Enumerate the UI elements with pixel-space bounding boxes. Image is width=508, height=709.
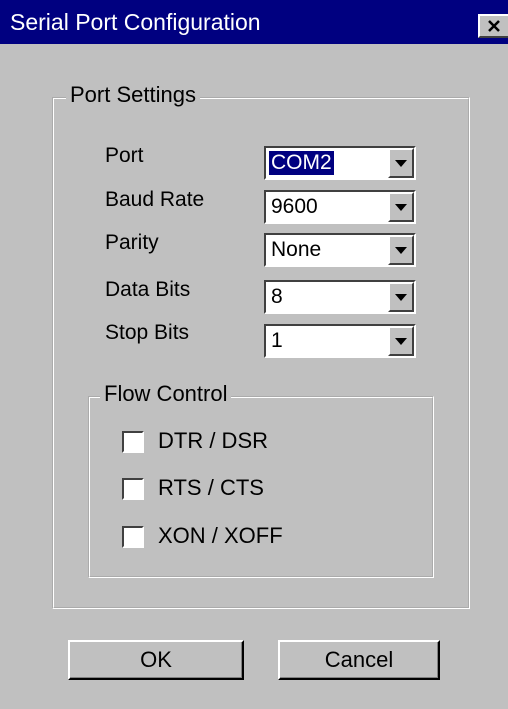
port-select[interactable]: COM2 <box>264 146 416 180</box>
parity-value: None <box>271 238 322 261</box>
chevron-down-icon <box>395 293 407 301</box>
rts-cts-label[interactable]: RTS / CTS <box>158 475 264 501</box>
stop-bits-dropdown-button[interactable] <box>388 326 414 356</box>
chevron-down-icon <box>395 203 407 211</box>
xon-xoff-label[interactable]: XON / XOFF <box>158 523 283 549</box>
chevron-down-icon <box>395 159 407 167</box>
parity-dropdown-button[interactable] <box>388 235 414 265</box>
close-icon <box>488 20 500 32</box>
parity-select[interactable]: None <box>264 233 416 267</box>
parity-label: Parity <box>105 231 159 254</box>
ok-button[interactable]: OK <box>68 640 244 680</box>
flow-control-legend: Flow Control <box>100 381 232 407</box>
close-button[interactable] <box>478 14 508 38</box>
chevron-down-icon <box>395 337 407 345</box>
title-bar[interactable]: Serial Port Configuration <box>0 0 508 44</box>
baud-rate-label: Baud Rate <box>105 188 205 211</box>
rts-cts-checkbox[interactable] <box>122 478 144 500</box>
baud-rate-value: 9600 <box>271 195 318 218</box>
port-value: COM2 <box>269 151 334 175</box>
stop-bits-label: Stop Bits <box>105 321 190 344</box>
dtr-dsr-label[interactable]: DTR / DSR <box>158 428 268 454</box>
port-label: Port <box>105 144 144 167</box>
port-dropdown-button[interactable] <box>388 148 414 178</box>
baud-rate-select[interactable]: 9600 <box>264 190 416 224</box>
baud-rate-dropdown-button[interactable] <box>388 192 414 222</box>
port-settings-legend: Port Settings <box>66 82 200 108</box>
data-bits-label: Data Bits <box>105 278 191 301</box>
cancel-button[interactable]: Cancel <box>278 640 440 680</box>
stop-bits-value: 1 <box>271 329 283 352</box>
stop-bits-select[interactable]: 1 <box>264 324 416 358</box>
serial-port-configuration-dialog: Serial Port Configuration Port Settings … <box>0 0 508 709</box>
xon-xoff-checkbox[interactable] <box>122 526 144 548</box>
data-bits-dropdown-button[interactable] <box>388 282 414 312</box>
chevron-down-icon <box>395 246 407 254</box>
data-bits-select[interactable]: 8 <box>264 280 416 314</box>
data-bits-value: 8 <box>271 285 283 308</box>
dtr-dsr-checkbox[interactable] <box>122 431 144 453</box>
window-title: Serial Port Configuration <box>10 9 261 35</box>
